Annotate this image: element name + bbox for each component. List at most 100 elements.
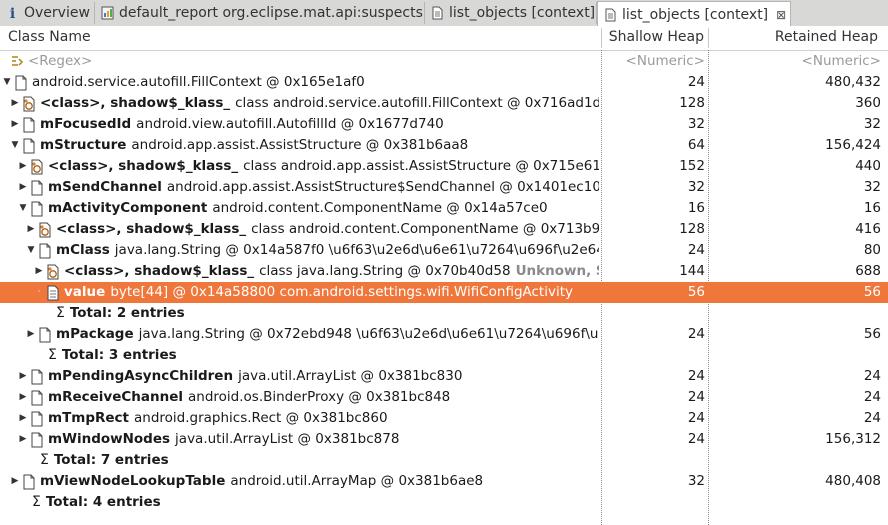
collapse-arrow-icon[interactable]: ▼: [18, 198, 28, 219]
class-name-cell: ▶ mPendingAsyncChildren java.util.ArrayLis…: [18, 366, 599, 387]
total-entries-row[interactable]: Σ Total: 2 entries: [0, 303, 888, 324]
table-row[interactable]: ▼ mStructure android.app.assist.AssistStru…: [0, 135, 888, 156]
expand-arrow-icon[interactable]: ▶: [18, 429, 28, 450]
class-name-cell: ▶ mSendChannel android.app.assist.AssistSt…: [18, 177, 599, 198]
array-icon: [47, 285, 59, 300]
info-icon: i: [9, 6, 16, 22]
tab-label: list_objects [context]: [622, 6, 769, 23]
total-entries-row[interactable]: Σ Total: 7 entries: [0, 450, 888, 471]
class-name-cell: ▶ <class>, shadow$_klass_ class android.se…: [10, 93, 599, 114]
table-row[interactable]: ▶ mFocusedId android.view.autofill.Autofil…: [0, 114, 888, 135]
tab-list-objects-2[interactable]: list_objects [context] ⊠: [597, 1, 791, 27]
table-row[interactable]: ▼ android.service.autofill.FillContext @ …: [0, 72, 888, 93]
total-entries-row[interactable]: Σ Total: 4 entries: [0, 492, 888, 513]
object-label: android.os.BinderProxy @ 0x381bc848: [188, 389, 451, 405]
table-row[interactable]: ▼ mActivityComponent android.content.Compo…: [0, 198, 888, 219]
shallow-heap-cell: 32: [687, 179, 705, 195]
shallow-heap-cell: 24: [687, 74, 705, 90]
field-name: mSendChannel: [48, 179, 162, 195]
class-name-cell: ▶ <class>, shadow$_klass_ class java.lang.…: [34, 261, 599, 282]
object-icon: [23, 474, 35, 489]
object-icon: [31, 201, 43, 216]
shallow-heap-cell: 16: [687, 200, 705, 216]
class-name-cell: ▶ mPackage java.lang.String @ 0x72ebd948 \…: [26, 324, 599, 345]
expand-arrow-icon[interactable]: ▶: [10, 114, 20, 135]
object-label: class android.content.ComponentName @ 0x…: [251, 221, 599, 237]
total-entries-row[interactable]: Σ Total: 3 entries: [0, 345, 888, 366]
shallow-heap-cell: 128: [679, 95, 705, 111]
shallow-heap-cell: 32: [687, 473, 705, 489]
column-header-shallow-heap[interactable]: Shallow Heap: [601, 26, 704, 50]
expand-arrow-icon[interactable]: ▶: [34, 261, 44, 282]
table-row[interactable]: ▶ mSendChannel android.app.assist.AssistSt…: [0, 177, 888, 198]
collapse-arrow-icon[interactable]: ▼: [10, 135, 20, 156]
field-name: <class>, shadow$_klass_: [64, 263, 255, 279]
retained-heap-cell: 360: [855, 95, 881, 111]
expand-arrow-icon[interactable]: ▶: [18, 156, 28, 177]
table-row[interactable]: ▶ mReceiveChannel android.os.BinderProxy @…: [0, 387, 888, 408]
retained-heap-cell: 80: [863, 242, 881, 258]
shallow-heap-cell: 128: [679, 221, 705, 237]
retained-heap-cell: 32: [863, 116, 881, 132]
retained-heap-cell: 56: [863, 326, 881, 342]
retained-heap-cell: 24: [863, 410, 881, 426]
expand-arrow-icon[interactable]: ▶: [18, 387, 28, 408]
class-name-cell: Σ Total: 7 entries: [40, 450, 613, 471]
field-name: <class>, shadow$_klass_: [48, 158, 239, 174]
table-header: Class Name Shallow Heap Retained Heap: [0, 26, 888, 51]
expand-arrow-icon[interactable]: ·: [34, 282, 44, 303]
retained-heap-cell: 156,424: [825, 137, 881, 153]
table-row[interactable]: ▶ <class>, shadow$_klass_ class android.ap…: [0, 156, 888, 177]
object-label: class android.service.autofill.FillConte…: [235, 95, 599, 111]
field-name: mClass: [56, 242, 110, 258]
object-label: java.lang.String @ 0x14a587f0 \u6f63\u2e…: [114, 242, 599, 258]
object-label: android.app.assist.AssistStructure @ 0x3…: [131, 137, 469, 153]
collapse-arrow-icon[interactable]: ▼: [26, 240, 36, 261]
close-tab-icon[interactable]: ⊠: [776, 8, 786, 22]
regex-filter[interactable]: <Regex>: [10, 51, 92, 72]
expand-arrow-icon[interactable]: ▶: [10, 93, 20, 114]
object-icon: [39, 243, 51, 258]
table-row[interactable]: ▶ mWindowNodes java.util.ArrayList @ 0x381…: [0, 429, 888, 450]
shallow-heap-filter[interactable]: <Numeric>: [601, 51, 705, 72]
field-name: mTmpRect: [48, 410, 130, 426]
class-name-cell: ▶ mFocusedId android.view.autofill.Autofil…: [10, 114, 599, 135]
table-row[interactable]: · value byte[44] @ 0x14a58800 com.android.…: [0, 282, 888, 303]
retained-heap-cell: 688: [855, 263, 881, 279]
table-row[interactable]: ▶ mPendingAsyncChildren java.util.ArrayLis…: [0, 366, 888, 387]
class-icon: [31, 159, 43, 174]
regex-filter-icon: [12, 55, 24, 66]
expand-arrow-icon[interactable]: ▶: [18, 408, 28, 429]
editor-tab-bar: i Overview default_report org.eclipse.ma…: [0, 0, 888, 27]
column-header-retained-heap[interactable]: Retained Heap: [708, 26, 878, 50]
class-name-cell: · value byte[44] @ 0x14a58800 com.android.…: [34, 282, 599, 303]
table-row[interactable]: ▶ mTmpRect android.graphics.Rect @ 0x381bc…: [0, 408, 888, 429]
shallow-heap-cell: 24: [687, 368, 705, 384]
retained-heap-filter[interactable]: <Numeric>: [708, 51, 881, 72]
tab-overview[interactable]: i Overview: [0, 2, 95, 24]
object-label: java.util.ArrayList @ 0x381bc830: [238, 368, 463, 384]
expand-arrow-icon[interactable]: ▶: [18, 366, 28, 387]
table-row[interactable]: ▶ <class>, shadow$_klass_ class android.co…: [0, 219, 888, 240]
tab-list-objects-1[interactable]: list_objects [context]: [425, 2, 597, 24]
table-row[interactable]: ▶ <class>, shadow$_klass_ class android.se…: [0, 93, 888, 114]
class-name-cell: ▶ mWindowNodes java.util.ArrayList @ 0x381…: [18, 429, 599, 450]
column-header-class-name[interactable]: Class Name: [8, 26, 91, 50]
collapse-arrow-icon[interactable]: ▼: [2, 72, 12, 93]
table-row[interactable]: ▶ <class>, shadow$_klass_ class java.lang.…: [0, 261, 888, 282]
tab-default-report[interactable]: default_report org.eclipse.mat.api:suspe…: [95, 2, 425, 24]
expand-arrow-icon[interactable]: ▶: [26, 219, 36, 240]
retained-heap-cell: 440: [855, 158, 881, 174]
expand-arrow-icon[interactable]: ▶: [10, 471, 20, 492]
class-icon: [23, 96, 35, 111]
table-row[interactable]: ▶ mViewNodeLookupTable android.util.ArrayM…: [0, 471, 888, 492]
field-name: mReceiveChannel: [48, 389, 183, 405]
object-label: class android.app.assist.AssistStructure…: [243, 158, 599, 174]
object-icon: [15, 75, 27, 90]
table-row[interactable]: ▶ mPackage java.lang.String @ 0x72ebd948 \…: [0, 324, 888, 345]
retained-heap-cell: 24: [863, 389, 881, 405]
table-row[interactable]: ▼ mClass java.lang.String @ 0x14a587f0 \u6…: [0, 240, 888, 261]
filter-row: <Regex> <Numeric> <Numeric>: [0, 51, 888, 72]
expand-arrow-icon[interactable]: ▶: [26, 324, 36, 345]
expand-arrow-icon[interactable]: ▶: [18, 177, 28, 198]
